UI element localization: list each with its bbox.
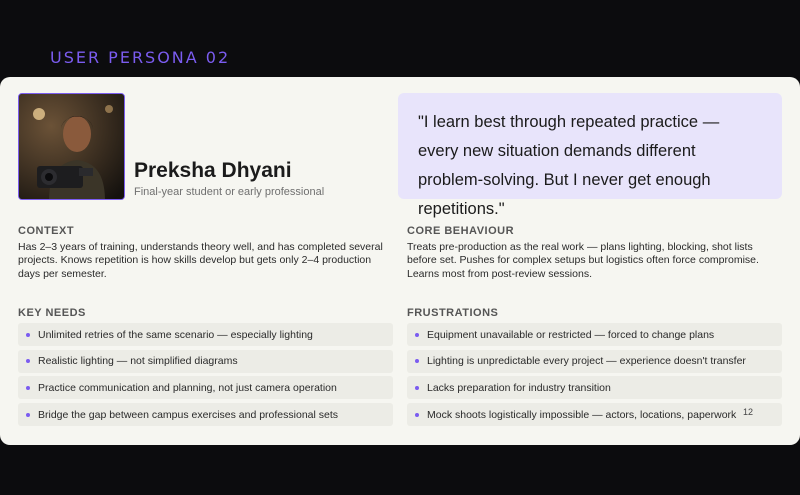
frustrations-heading: FRUSTRATIONS [407,307,499,319]
persona-card: Preksha Dhyani Final-year student or ear… [0,77,800,445]
bullet-icon [26,332,30,337]
context-text: Has 2–3 years of training, understands t… [18,241,383,280]
persona-role: Final-year student or early professional [134,186,325,198]
bullet-icon [26,412,30,417]
page-number: 12 [743,407,754,417]
list-item: Equipment unavailable or restricted — fo… [407,323,782,346]
bullet-icon [26,385,30,390]
bullet-icon [26,359,30,364]
bullet-icon [415,412,419,417]
persona-photo [18,93,125,200]
persona-name: Preksha Dhyani [134,159,292,182]
list-item: Bridge the gap between campus exercises … [18,403,393,427]
key-needs-list: Unlimited retries of the same scenario —… [18,323,393,430]
context-heading: CONTEXT [18,225,75,237]
persona-quote: "I learn best through repeated practice … [398,93,782,218]
persona-portrait-image [19,94,124,199]
core-behaviour-text: Treats pre-production as the real work —… [407,241,759,280]
core-behaviour-heading: CORE BEHAVIOUR [407,225,515,237]
frustrations-list: Equipment unavailable or restricted — fo… [407,323,782,430]
key-needs-heading: KEY NEEDS [18,307,86,319]
list-item: Mock shoots logistically impossible — ac… [407,403,782,427]
list-item: Practice communication and planning, not… [18,376,393,400]
section-kicker: USER PERSONA 02 [50,48,231,67]
bullet-icon [415,385,419,390]
list-item: Realistic lighting — not simplified diag… [18,349,393,373]
list-item: Lighting is unpredictable every project … [407,349,782,373]
bullet-icon [415,359,419,364]
bullet-icon [415,332,419,337]
list-item: Lacks preparation for industry transitio… [407,376,782,400]
list-item: Unlimited retries of the same scenario —… [18,323,393,346]
